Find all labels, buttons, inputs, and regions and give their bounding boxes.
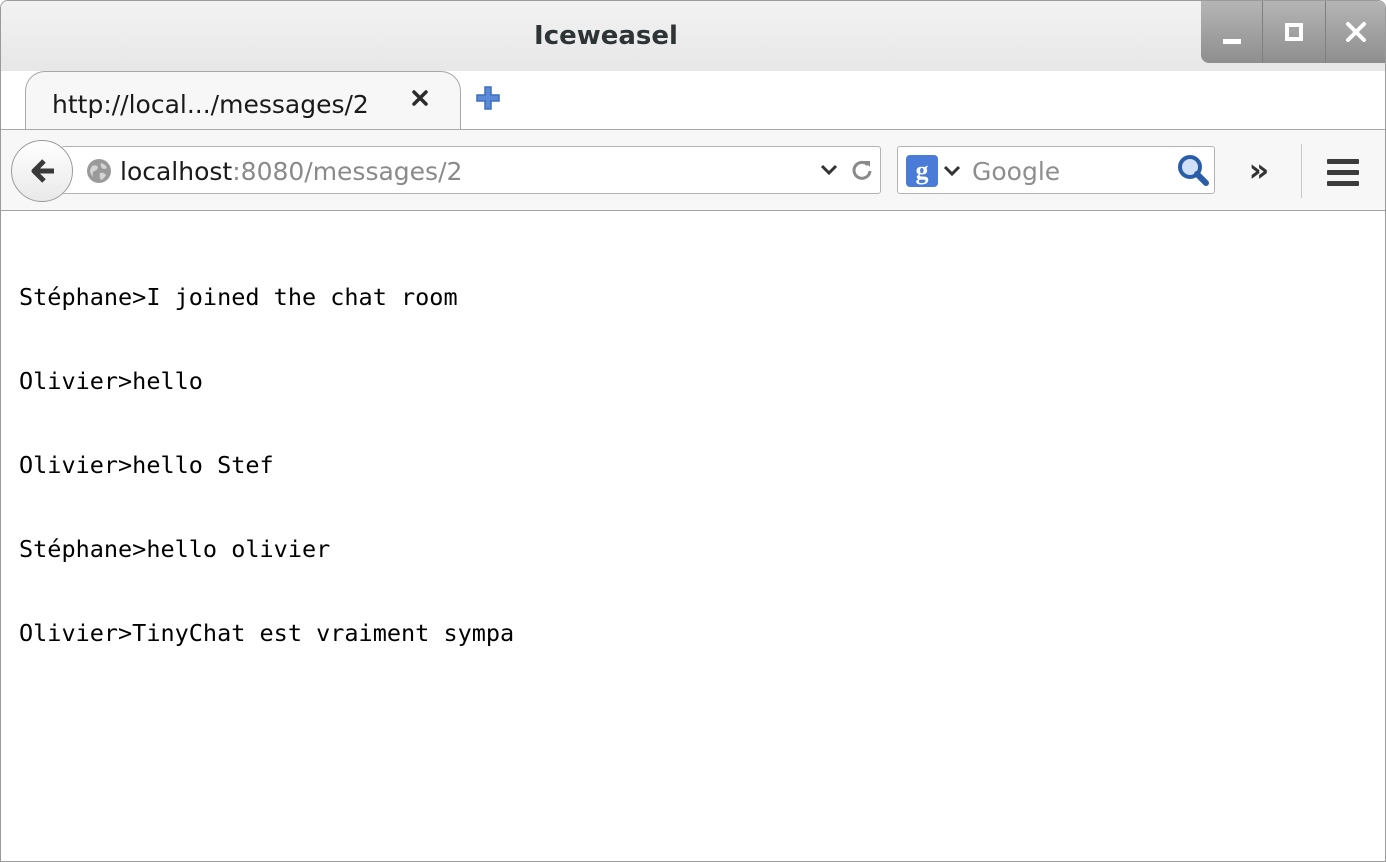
browser-window: Iceweasel http://local.../messages/2 loc… (0, 0, 1386, 862)
globe-icon (87, 159, 111, 183)
tab-messages[interactable]: http://local.../messages/2 (25, 71, 461, 129)
maximize-icon (1284, 23, 1303, 41)
message-list: Stéphane>I joined the chat room Olivier>… (19, 227, 514, 703)
url-host: localhost (120, 157, 233, 186)
menu-icon (1327, 158, 1359, 164)
toolbar-separator (1301, 144, 1302, 198)
toolbar-overflow-button[interactable]: » (1239, 152, 1279, 192)
menu-icon-bar (1327, 169, 1359, 175)
message-line: Olivier>hello Stef (19, 451, 274, 479)
plus-icon (476, 86, 500, 110)
close-tab-icon (412, 90, 428, 106)
back-arrow-icon (31, 159, 54, 183)
close-window-button[interactable] (1324, 1, 1385, 63)
menu-icon-bar (1327, 180, 1359, 186)
close-icon (1346, 22, 1367, 42)
hamburger-menu-button[interactable] (1321, 152, 1365, 192)
google-g-icon[interactable]: g (906, 155, 938, 187)
minimize-icon (1222, 38, 1241, 44)
tab-close-button[interactable] (410, 86, 430, 114)
minimize-button[interactable] (1201, 1, 1262, 63)
new-tab-button[interactable] (471, 81, 505, 115)
chevron-down-icon[interactable] (818, 159, 840, 181)
navigation-toolbar: localhost:8080/messages/2 g Google » (1, 129, 1385, 211)
window-title: Iceweasel (534, 21, 678, 51)
url-text[interactable]: localhost:8080/messages/2 (120, 157, 462, 186)
search-icon[interactable] (1176, 153, 1210, 187)
title-bar[interactable]: Iceweasel (1, 1, 1385, 71)
maximize-button[interactable] (1262, 1, 1324, 63)
window-controls (1201, 1, 1385, 63)
tab-strip: http://local.../messages/2 (1, 63, 1385, 129)
back-button[interactable] (11, 140, 73, 202)
message-line: Stéphane>I joined the chat room (19, 283, 458, 311)
url-path: :8080/messages/2 (232, 157, 463, 186)
search-bar[interactable]: g (897, 146, 1215, 194)
message-line: Stéphane>hello olivier (19, 535, 331, 563)
page-content: Stéphane>I joined the chat room Olivier>… (1, 211, 1385, 861)
url-bar[interactable]: localhost:8080/messages/2 (61, 146, 881, 194)
search-engine-chevron-icon[interactable] (942, 161, 962, 181)
search-input[interactable] (972, 155, 1172, 187)
reload-icon[interactable] (850, 158, 874, 182)
message-line: Olivier>TinyChat est vraiment sympa (19, 619, 515, 647)
message-line: Olivier>hello (19, 367, 203, 395)
tab-title: http://local.../messages/2 (52, 90, 369, 119)
